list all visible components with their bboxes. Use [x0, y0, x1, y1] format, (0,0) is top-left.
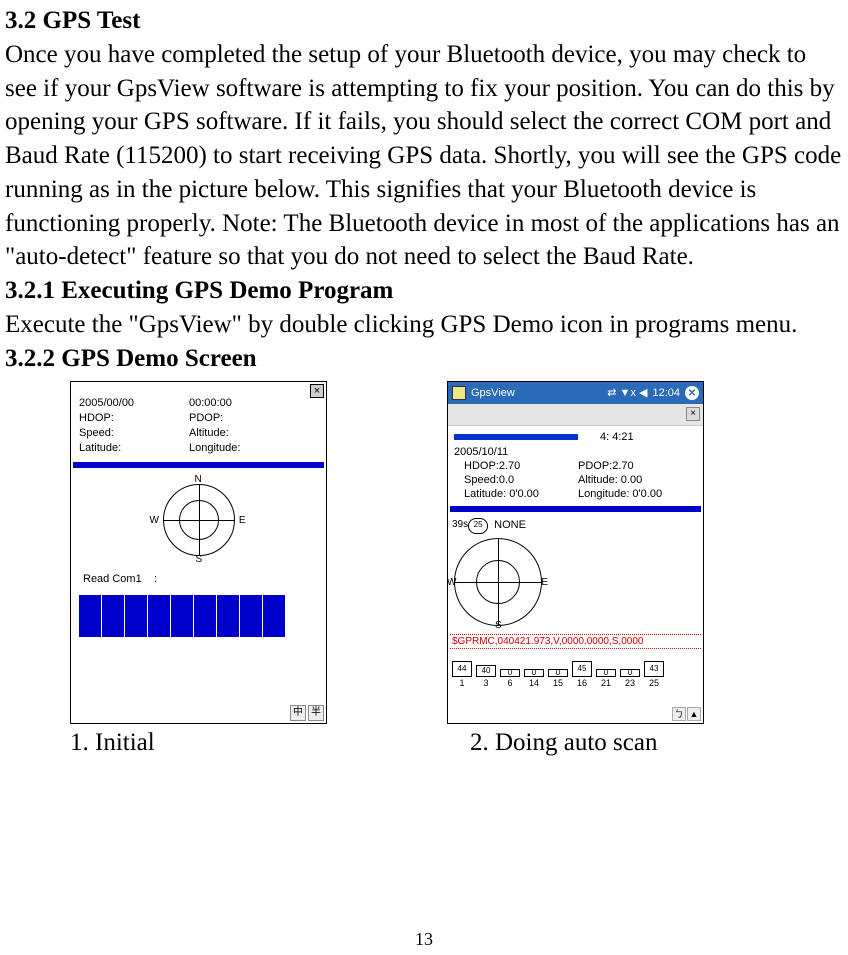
close-tab-button[interactable]: ×: [686, 407, 700, 421]
altitude-label: Altitude:: [189, 426, 229, 441]
compass-e: E: [541, 576, 548, 590]
satellite-id-row: 136 14 15 16 21 23 25: [448, 677, 703, 689]
toolbar: ×: [448, 404, 703, 426]
signal-bar: 0: [620, 669, 640, 677]
satellite-id: 3: [476, 677, 496, 689]
gps-data-block: 2005/10/11 4: 4:21 HDOP:2.70 PDOP:2.70 S…: [448, 426, 703, 503]
nmea-output: $GPRMC,040421.973,V,0000.0000,S,0000: [450, 634, 701, 650]
longitude-value: Longitude: 0'0.00: [578, 487, 662, 501]
signal-bar: [263, 595, 285, 637]
captions: 1. Initial 2. Doing auto scan: [70, 726, 843, 760]
signal-bar: [194, 595, 216, 637]
satellite-id: 16: [572, 677, 592, 689]
longitude-label: Longitude:: [189, 441, 240, 456]
signal-bars: [71, 587, 326, 643]
satellite-id: 1: [452, 677, 472, 689]
signal-bar: 0: [524, 669, 544, 677]
intro-paragraph: Once you have completed the setup of you…: [5, 38, 843, 274]
compass-n: N: [195, 473, 202, 487]
screenshot-autoscan: GpsView ⇄ ▼x ◀ 12:04 ✕ × 2005/10/11 4: 4…: [447, 381, 704, 724]
signal-bar: 0: [500, 669, 520, 677]
signal-bar: [148, 595, 170, 637]
caption-1: 1. Initial: [70, 726, 270, 760]
subsection-2-heading: 3.2.2 GPS Demo Screen: [5, 342, 843, 376]
bullet-icon: [454, 434, 578, 440]
windows-icon[interactable]: [452, 386, 466, 400]
date-value: 2005/10/11: [454, 446, 508, 458]
compass-s: S: [196, 553, 203, 567]
subsection-1-heading: 3.2.1 Executing GPS Demo Program: [5, 274, 843, 308]
latitude-value: Latitude: 0'0.00: [454, 487, 578, 501]
compass-w: W: [150, 514, 159, 528]
satellite-id: 6: [500, 677, 520, 689]
date-value: 2005/00/00: [79, 396, 189, 411]
altitude-value: Altitude: 0.00: [578, 473, 642, 487]
clock-time: 12:04: [652, 386, 680, 401]
app-title: GpsView: [471, 386, 515, 401]
close-button[interactable]: ✕: [685, 386, 699, 400]
sat-39s: 39s: [452, 518, 468, 532]
separator-bar: [450, 506, 701, 512]
compass-area: N S W E: [71, 470, 326, 573]
signal-bar: 0: [548, 669, 568, 677]
status-icons: ⇄ ▼x ◀: [607, 386, 647, 401]
caption-2: 2. Doing auto scan: [470, 726, 657, 760]
signal-bar: 44: [452, 661, 472, 677]
compass-e: E: [239, 514, 246, 528]
close-button[interactable]: ×: [310, 384, 324, 398]
gps-data-block: 2005/00/00 00:00:00 HDOP: PDOP: Speed: A…: [71, 382, 326, 459]
sip-button-2[interactable]: ▲: [687, 707, 701, 721]
signal-bar: [240, 595, 262, 637]
compass-w: W: [447, 576, 456, 590]
satellite-id: 15: [548, 677, 568, 689]
sip-button-1[interactable]: ㄅ: [672, 707, 686, 721]
ime-button-1[interactable]: 中: [290, 705, 306, 721]
signal-bar: [217, 595, 239, 637]
subsection-1-text: Execute the "GpsView" by double clicking…: [5, 308, 843, 342]
page-number: 13: [0, 927, 848, 951]
pdop-label: PDOP:: [189, 411, 223, 426]
compass: N S W E: [153, 474, 245, 566]
compass: W E S: [450, 532, 550, 632]
satellite-id: 23: [620, 677, 640, 689]
signal-bar: 0: [596, 669, 616, 677]
hdop-label: HDOP:: [79, 411, 189, 426]
title-bar: GpsView ⇄ ▼x ◀ 12:04 ✕: [448, 382, 703, 404]
speed-value: Speed:0.0: [454, 473, 578, 487]
section-heading: 3.2 GPS Test: [5, 4, 843, 38]
hdop-value: HDOP:2.70: [454, 459, 578, 473]
satellite-id: 25: [644, 677, 664, 689]
speed-label: Speed:: [79, 426, 189, 441]
latitude-label: Latitude:: [79, 441, 189, 456]
signal-bar: 43: [644, 661, 664, 677]
time-value: 00:00:00: [189, 396, 232, 411]
time-value: 4: 4:21: [578, 430, 634, 459]
separator-bar: [73, 462, 324, 468]
signal-bar: 40: [476, 665, 496, 677]
status-line: Read Com1 :: [71, 572, 326, 587]
pdop-value: PDOP:2.70: [578, 459, 634, 473]
signal-bar: [125, 595, 147, 637]
signal-bar: [102, 595, 124, 637]
signal-strength-row: 4440000450043: [448, 651, 703, 677]
screenshot-initial: × 2005/00/00 00:00:00 HDOP: PDOP: Speed:…: [70, 381, 327, 724]
ime-icons: 中 半: [290, 705, 324, 721]
compass-s: S: [495, 619, 502, 633]
signal-bar: [79, 595, 101, 637]
screenshots-row: × 2005/00/00 00:00:00 HDOP: PDOP: Speed:…: [70, 381, 843, 724]
signal-bar: 45: [572, 661, 592, 677]
satellite-id: 14: [524, 677, 544, 689]
satellite-id: 21: [596, 677, 616, 689]
sip-icons: ㄅ ▲: [672, 707, 701, 721]
signal-bar: [171, 595, 193, 637]
ime-button-2[interactable]: 半: [308, 705, 324, 721]
